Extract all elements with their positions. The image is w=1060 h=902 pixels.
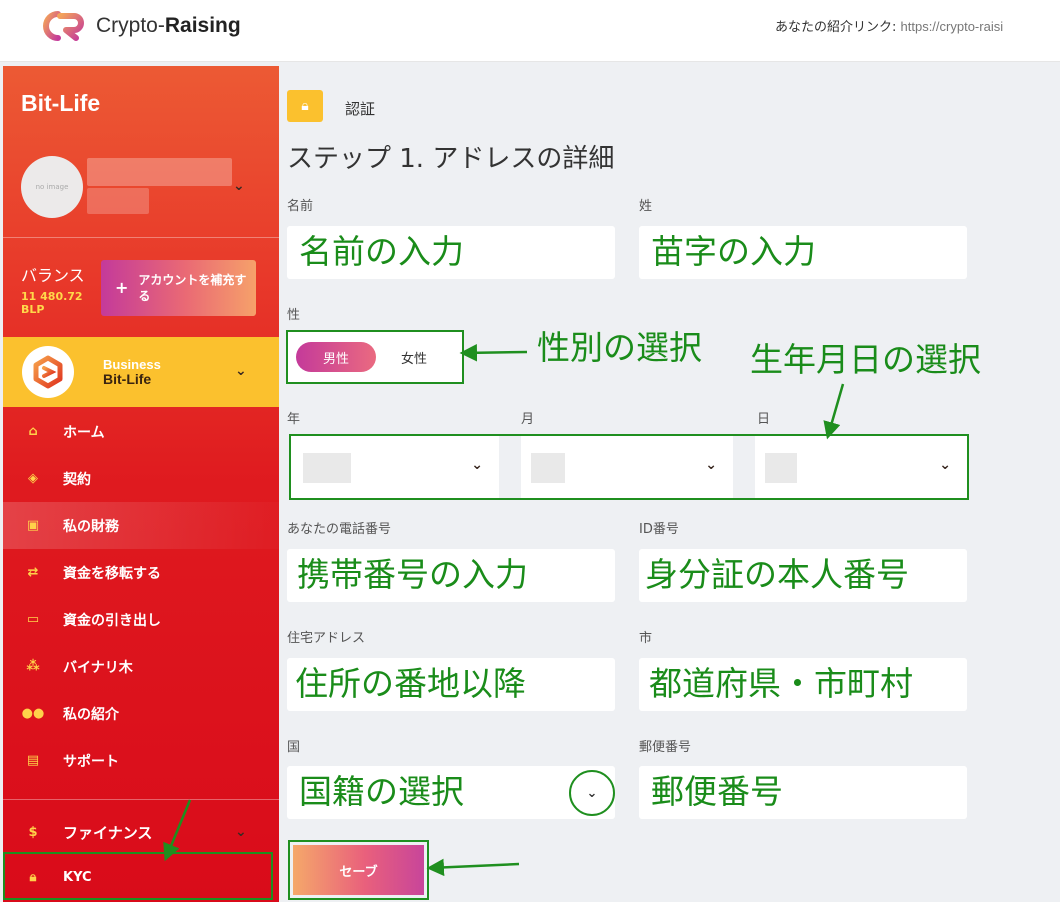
chevron-down-icon: ⌄ xyxy=(939,457,951,473)
sidebar: Bit-Life no image ⌄ バランス 11 480.72 BLP +… xyxy=(3,66,279,902)
avatar[interactable]: no image xyxy=(21,156,83,218)
tree-icon: ⁂ xyxy=(26,659,40,674)
chevron-down-icon: ⌄ xyxy=(705,457,717,473)
chevron-down-icon[interactable]: ⌄ xyxy=(569,770,615,816)
first-name-label: 名前 xyxy=(287,199,314,214)
phone-label: あなたの電話番号 xyxy=(287,522,392,537)
gender-female-option[interactable]: 女性 xyxy=(384,342,444,372)
last-name-label: 姓 xyxy=(639,199,653,214)
postal-code-input[interactable]: 郵便番号 xyxy=(639,766,967,819)
users-icon: ●● xyxy=(21,706,45,721)
first-name-input[interactable]: 名前の入力 xyxy=(287,226,615,279)
gender-label: 性 xyxy=(287,308,301,323)
city-label: 市 xyxy=(639,631,653,646)
user-profile[interactable]: no image ⌄ xyxy=(21,156,271,218)
day-label: 日 xyxy=(757,412,771,427)
money-icon: ▣ xyxy=(26,518,40,533)
blurred-username xyxy=(87,158,232,186)
sidebar-item-referrals[interactable]: ●● 私の紹介 xyxy=(3,690,279,737)
id-number-annotation: 身分証の本人番号 xyxy=(645,555,909,594)
sidebar-item-contracts[interactable]: ◈ 契約 xyxy=(3,455,279,502)
blurred-userid xyxy=(87,188,149,214)
balance: バランス 11 480.72 BLP xyxy=(21,262,85,316)
crypto-raising-logo-icon xyxy=(40,10,86,42)
last-name-annotation: 苗字の入力 xyxy=(651,232,816,271)
chevron-down-icon[interactable]: ⌄ xyxy=(235,824,247,840)
main-content: 🔒︎ 認証 ステップ 1. アドレスの詳細 名前 姓 名前の入力 苗字の入力 性… xyxy=(279,66,1060,902)
save-highlight-box: セーブ xyxy=(288,840,429,900)
blurred-value xyxy=(531,453,565,483)
balance-value: 11 480.72 BLP xyxy=(21,290,83,316)
month-select[interactable]: ⌄ xyxy=(521,439,733,495)
sidebar-item-support[interactable]: ▤ サポート xyxy=(3,737,279,784)
chevron-down-icon: ⌄ xyxy=(471,457,483,473)
kyc-highlight-box xyxy=(3,852,273,900)
sidebar-item-binary-tree[interactable]: ⁂ バイナリ木 xyxy=(3,643,279,690)
referral-link[interactable]: あなたの紹介リンク: https://crypto-raisi xyxy=(775,16,1025,35)
divider xyxy=(499,436,521,498)
wallet-icon: ▭ xyxy=(26,612,40,627)
phone-input[interactable]: 携帯番号の入力 xyxy=(287,549,615,602)
divider xyxy=(3,799,279,800)
divider xyxy=(3,237,279,238)
blurred-value xyxy=(765,453,797,483)
page-title: ステップ 1. アドレスの詳細 xyxy=(287,144,615,174)
chat-icon: ▤ xyxy=(26,753,40,768)
gender-annotation: 性別の選択 xyxy=(537,328,702,367)
dollar-icon: $ xyxy=(28,824,38,840)
birthdate-annotation: 生年月日の選択 xyxy=(750,340,981,379)
gender-toggle: 男性 女性 xyxy=(286,330,464,384)
top-header: Crypto-Raising あなたの紹介リンク: https://crypto… xyxy=(0,0,1060,62)
sidebar-brand[interactable]: Bit-Life xyxy=(21,90,100,117)
home-icon: ⌂ xyxy=(28,424,38,439)
year-select[interactable]: ⌄ xyxy=(293,439,499,495)
postal-annotation: 郵便番号 xyxy=(651,772,783,811)
city-input[interactable]: 都道府県・市町村 xyxy=(639,658,967,711)
gender-male-option[interactable]: 男性 xyxy=(296,342,376,372)
cube-icon: ◈ xyxy=(28,471,38,486)
country-select[interactable]: 国籍の選択 ⌄ xyxy=(287,766,615,819)
city-annotation: 都道府県・市町村 xyxy=(649,664,913,703)
lock-icon: 🔒︎ xyxy=(287,90,323,122)
address-label: 住宅アドレス xyxy=(287,631,366,646)
business-logo-icon xyxy=(22,346,74,398)
transfer-icon: ⇄ xyxy=(27,565,39,580)
save-button[interactable]: セーブ xyxy=(293,845,424,895)
last-name-input[interactable]: 苗字の入力 xyxy=(639,226,967,279)
country-label: 国 xyxy=(287,740,301,755)
year-label: 年 xyxy=(287,412,301,427)
id-number-input[interactable]: 身分証の本人番号 xyxy=(639,549,967,602)
day-select[interactable]: ⌄ xyxy=(755,439,967,495)
business-switcher[interactable]: Business Bit-Life ⌄ xyxy=(3,337,279,407)
logo-text: Crypto-Raising xyxy=(96,14,241,37)
topup-account-button[interactable]: + アカウントを補充する xyxy=(101,260,256,316)
sidebar-item-finance[interactable]: $ ファイナンス ⌄ xyxy=(3,808,279,856)
month-label: 月 xyxy=(521,412,535,427)
chevron-down-icon[interactable]: ⌄ xyxy=(233,178,245,194)
address-annotation: 住所の番地以降 xyxy=(295,664,526,703)
sidebar-item-withdraw[interactable]: ▭ 資金の引き出し xyxy=(3,596,279,643)
sidebar-nav: ⌂ ホーム ◈ 契約 ▣ 私の財務 ⇄ 資金を移転する ▭ 資金の引き出し ⁂ … xyxy=(3,408,279,784)
chevron-down-icon[interactable]: ⌄ xyxy=(235,363,247,379)
sidebar-item-home[interactable]: ⌂ ホーム xyxy=(3,408,279,455)
birthdate-selects: ⌄ ⌄ ⌄ xyxy=(289,434,969,500)
sidebar-item-my-finances[interactable]: ▣ 私の財務 xyxy=(3,502,279,549)
logo[interactable]: Crypto-Raising xyxy=(40,10,241,42)
blurred-value xyxy=(303,453,351,483)
section-label: 認証 xyxy=(345,100,376,118)
business-name: Business Bit-Life xyxy=(103,357,161,387)
plus-icon: + xyxy=(115,278,129,297)
first-name-annotation: 名前の入力 xyxy=(299,232,464,271)
address-input[interactable]: 住所の番地以降 xyxy=(287,658,615,711)
balance-label: バランス xyxy=(21,266,85,285)
sidebar-item-transfer[interactable]: ⇄ 資金を移転する xyxy=(3,549,279,596)
country-annotation: 国籍の選択 xyxy=(299,772,464,811)
phone-annotation: 携帯番号の入力 xyxy=(297,555,528,594)
postal-label: 郵便番号 xyxy=(639,740,692,755)
divider xyxy=(733,436,755,498)
id-number-label: ID番号 xyxy=(639,522,679,537)
